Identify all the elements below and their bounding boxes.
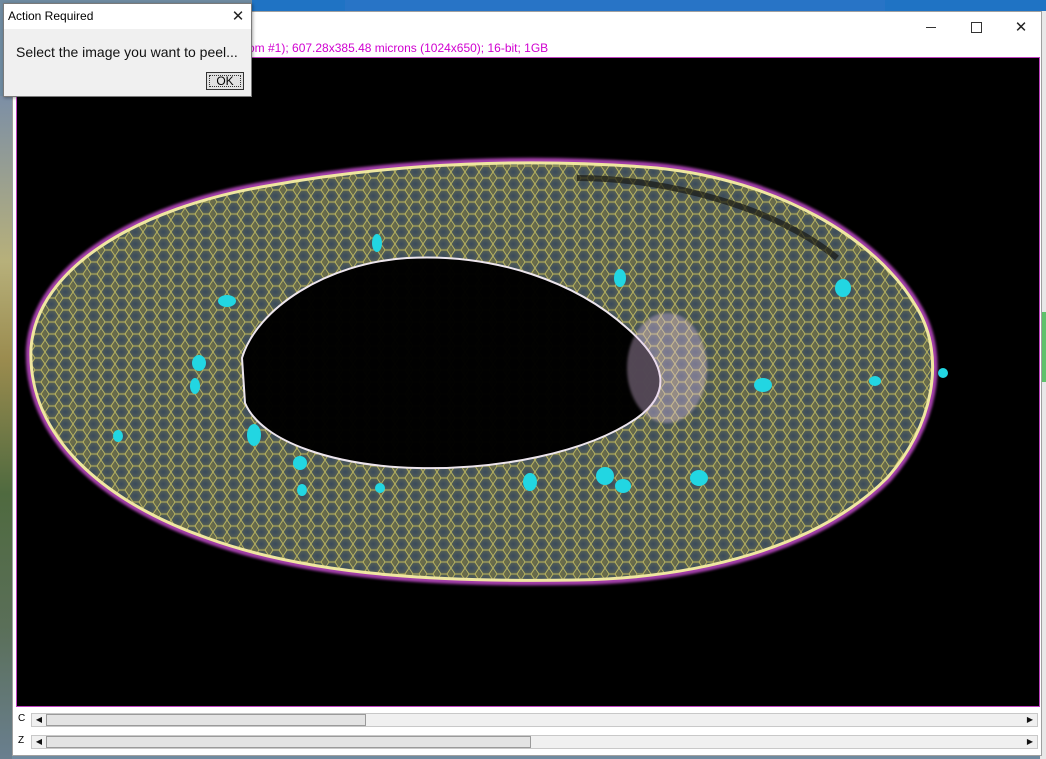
close-icon[interactable]: ✕ <box>998 12 1044 42</box>
microscopy-image <box>17 58 1039 706</box>
desktop-wallpaper-edge <box>0 96 12 759</box>
dialog-title: Action Required <box>8 9 94 23</box>
dialog-message: Select the image you want to peel... <box>16 44 238 60</box>
dialog-titlebar[interactable]: Action Required ✕ <box>4 4 251 29</box>
minimize-icon[interactable] <box>908 12 954 42</box>
scroll-left-icon[interactable]: ◀ <box>32 714 46 726</box>
image-canvas[interactable] <box>16 57 1040 707</box>
action-required-dialog: Action Required ✕ Select the image you w… <box>3 3 252 97</box>
channel-scroll-thumb[interactable] <box>46 714 366 726</box>
z-scrollbar[interactable]: ◀ ▶ <box>31 735 1038 749</box>
scroll-right-icon[interactable]: ▶ <box>1023 736 1037 748</box>
ok-button[interactable]: OK <box>206 72 244 90</box>
desktop: ✕ om #1); 607.28x385.48 microns (1024x65… <box>0 0 1046 759</box>
channel-slider[interactable]: C ◀ ▶ <box>13 711 1041 729</box>
scroll-left-icon[interactable]: ◀ <box>32 736 46 748</box>
channel-scrollbar[interactable]: ◀ ▶ <box>31 713 1038 727</box>
image-window: ✕ om #1); 607.28x385.48 microns (1024x65… <box>12 11 1042 756</box>
scroll-right-icon[interactable]: ▶ <box>1023 714 1037 726</box>
background-window-strip <box>345 0 885 11</box>
z-slider-label: Z <box>18 735 25 746</box>
close-icon[interactable]: ✕ <box>229 7 247 25</box>
maximize-icon[interactable] <box>953 12 999 42</box>
z-slider[interactable]: Z ◀ ▶ <box>13 733 1041 751</box>
background-window-accent <box>1042 312 1046 382</box>
channel-slider-label: C <box>18 713 26 724</box>
z-scroll-thumb[interactable] <box>46 736 531 748</box>
image-info-line: om #1); 607.28x385.48 microns (1024x650)… <box>248 41 549 55</box>
